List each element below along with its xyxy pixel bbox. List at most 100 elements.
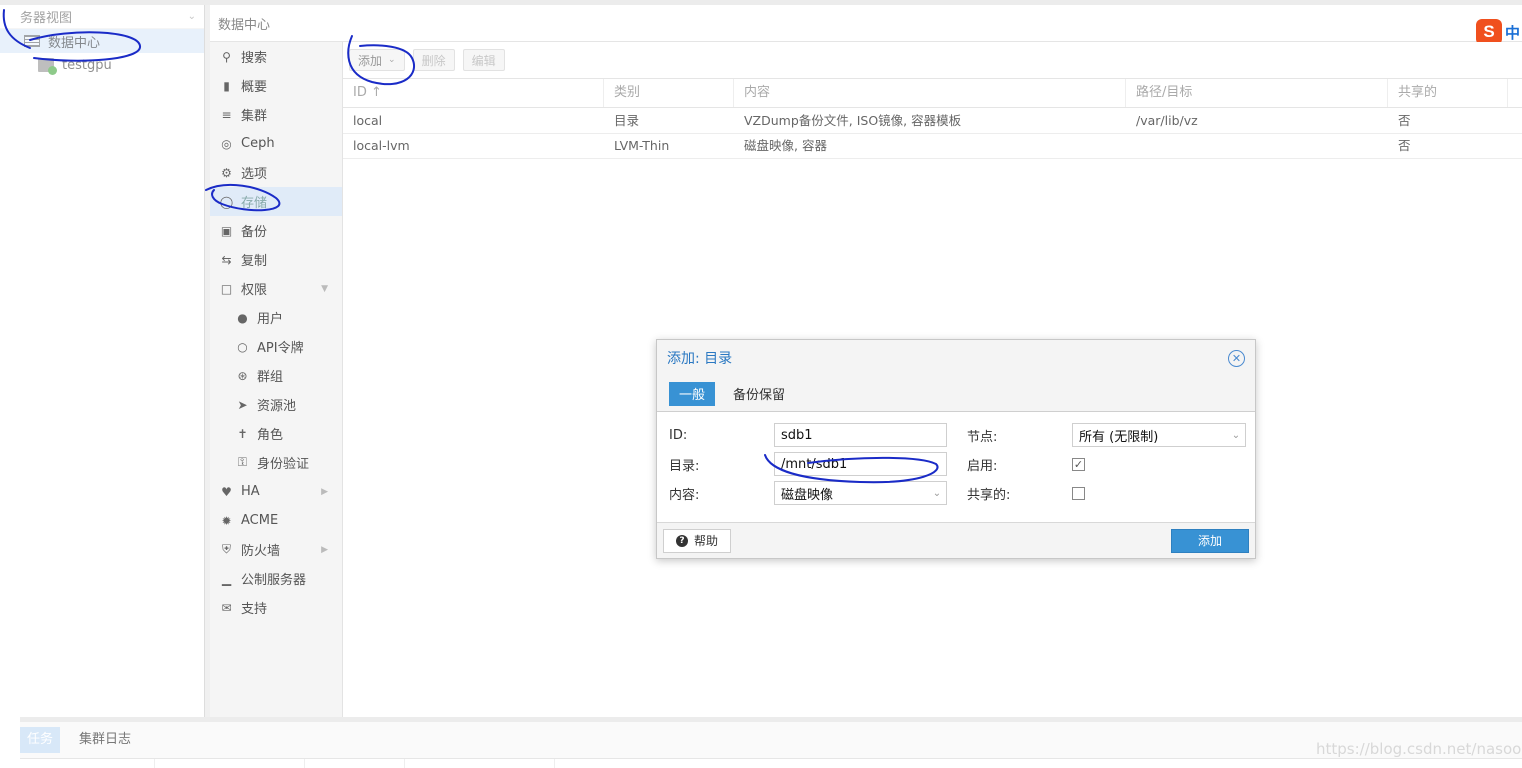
cell-id: local-lvm: [353, 138, 410, 153]
column-header-id[interactable]: ID ↑: [343, 79, 604, 107]
field-row-shared: 共享的:: [967, 481, 1085, 505]
nav-label: 概要: [241, 80, 268, 95]
male-icon: ✝: [237, 426, 248, 441]
nav-item-pools[interactable]: ➤ 资源池: [210, 390, 342, 419]
nav-label: 身份验证: [257, 457, 310, 472]
search-icon: ⚲: [222, 49, 231, 64]
close-icon[interactable]: ✕: [1228, 349, 1245, 367]
table-row[interactable]: local-lvm LVM-Thin 磁盘映像, 容器 否: [343, 134, 1522, 159]
table-row[interactable]: local 目录 VZDump备份文件, ISO镜像, 容器模板 /var/li…: [343, 109, 1522, 134]
cell-type: LVM-Thin: [614, 138, 670, 153]
view-selector[interactable]: 务器视图 ⌄: [0, 5, 204, 29]
nav-label: 存储: [241, 196, 268, 211]
question-icon: ?: [676, 534, 688, 547]
tab-tasks[interactable]: 任务: [20, 727, 61, 753]
chevron-right-icon: ▶: [321, 486, 328, 497]
nav-item-replication[interactable]: ⇆ 复制: [210, 245, 342, 274]
log-column: [155, 759, 305, 768]
content-select-value: 磁盘映像: [781, 487, 834, 503]
help-button[interactable]: ? 帮助: [663, 528, 732, 553]
field-row-id: ID: sdb1: [669, 423, 947, 447]
edit-button[interactable]: 编辑: [462, 49, 505, 71]
ime-mode: 中: [1505, 23, 1521, 42]
cell-shared: 否: [1398, 113, 1411, 128]
nav-label: 备份: [241, 225, 268, 240]
nav-item-search[interactable]: ⚲ 搜索: [210, 42, 342, 71]
cell-path: [1126, 134, 1388, 158]
cell-content: VZDump备份文件, ISO镜像, 容器模板: [744, 113, 962, 128]
column-header-type[interactable]: 类别: [604, 79, 734, 107]
nav-item-backup[interactable]: ▣ 备份: [210, 216, 342, 245]
nav-item-summary[interactable]: ▮ 概要: [210, 71, 342, 100]
nav-label: 搜索: [241, 51, 268, 66]
cell-path: /var/lib/vz: [1136, 113, 1198, 128]
shield-icon: ⛨: [221, 542, 231, 556]
dialog-footer: ? 帮助 添加: [657, 522, 1255, 558]
nav-item-realms[interactable]: ⚿ 身份验证: [210, 448, 342, 477]
dialog-header: 添加: 目录 ✕: [657, 340, 1255, 376]
nav-label: API令牌: [257, 341, 304, 356]
nav-item-options[interactable]: ⚙ 选项: [210, 158, 342, 187]
log-tabs: 任务 集群日志: [20, 722, 1522, 758]
dialog-tabs: 一般 备份保留: [657, 376, 1255, 412]
column-header-content[interactable]: 内容: [734, 79, 1126, 107]
enable-checkbox[interactable]: ✓: [1072, 457, 1085, 471]
log-column: [305, 759, 405, 768]
nav-item-users[interactable]: ● 用户: [210, 303, 342, 332]
unlock-icon: □: [220, 281, 233, 296]
ceph-icon: ◎: [221, 136, 232, 151]
nav-item-roles[interactable]: ✝ 角色: [210, 419, 342, 448]
users-icon: ⊛: [237, 368, 248, 383]
id-label: ID:: [669, 427, 688, 443]
add-button-label: 添加: [358, 53, 383, 68]
shared-label: 共享的:: [967, 487, 1011, 503]
nav-label: 权限: [241, 283, 268, 298]
content-select[interactable]: 磁盘映像 ⌄: [774, 481, 947, 505]
column-header-shared[interactable]: 共享的: [1388, 79, 1508, 107]
tree-node-label: 数据中心: [48, 35, 101, 51]
resource-tree: 务器视图 ⌄ 数据中心 testgpu: [0, 5, 205, 717]
add-submit-button[interactable]: 添加: [1170, 528, 1249, 553]
cell-type: 目录: [614, 113, 640, 128]
comments-icon: ✉: [221, 600, 232, 615]
add-directory-dialog: 添加: 目录 ✕ 一般 备份保留 ID: sdb1 目录: /mnt/sdb1 …: [656, 339, 1256, 559]
nav-item-groups[interactable]: ⊛ 群组: [210, 361, 342, 390]
nav-item-cluster[interactable]: ≡ 集群: [210, 100, 342, 129]
nav-label: 集群: [241, 109, 268, 124]
add-button[interactable]: 添加 ⌄: [349, 49, 405, 71]
nav-item-support[interactable]: ✉ 支持: [210, 593, 342, 622]
chevron-right-icon: ▶: [321, 544, 328, 555]
nav-item-ceph[interactable]: ◎ Ceph: [210, 129, 342, 158]
content-header: 数据中心: [210, 5, 1522, 42]
tab-cluster-log[interactable]: 集群日志: [72, 727, 138, 753]
nav-item-firewall[interactable]: ⛨ 防火墙 ▶: [210, 535, 342, 564]
nav-item-storage[interactable]: ◯ 存储: [210, 187, 342, 216]
directory-field[interactable]: /mnt/sdb1: [774, 452, 947, 476]
tree-node-host[interactable]: testgpu: [0, 53, 204, 77]
certificate-icon: ✹: [221, 513, 232, 528]
floppy-icon: ▣: [220, 223, 233, 238]
nav-item-metric-server[interactable]: ▁ 公制服务器: [210, 564, 342, 593]
tab-general[interactable]: 一般: [669, 381, 716, 406]
chevron-down-icon: ⌄: [388, 55, 396, 65]
checkmark-icon: ✓: [1073, 457, 1084, 471]
tab-backup-retention[interactable]: 备份保留: [723, 382, 795, 406]
user-icon: ●: [237, 310, 248, 325]
dialog-title: 添加: 目录: [667, 351, 733, 367]
tags-icon: ➤: [237, 397, 248, 412]
nav-item-ha[interactable]: ♥ HA ▶: [210, 477, 342, 506]
nav-item-permissions[interactable]: □ 权限 ▼: [210, 274, 342, 303]
id-field[interactable]: sdb1: [774, 423, 947, 447]
nav-item-acme[interactable]: ✹ ACME: [210, 506, 342, 535]
chevron-down-icon: ⌄: [187, 11, 196, 22]
log-grid-header: [20, 758, 1522, 768]
tree-node-datacenter[interactable]: 数据中心: [0, 29, 204, 53]
chevron-down-icon: ▼: [321, 283, 328, 294]
column-header-path[interactable]: 路径/目标: [1126, 79, 1388, 107]
remove-button[interactable]: 删除: [412, 49, 455, 71]
nav-item-api-tokens[interactable]: ○ API令牌: [210, 332, 342, 361]
node-select-value: 所有 (无限制): [1079, 429, 1159, 445]
node-select[interactable]: 所有 (无限制) ⌄: [1072, 423, 1246, 447]
directory-label: 目录:: [669, 458, 700, 474]
shared-checkbox[interactable]: [1072, 486, 1085, 500]
